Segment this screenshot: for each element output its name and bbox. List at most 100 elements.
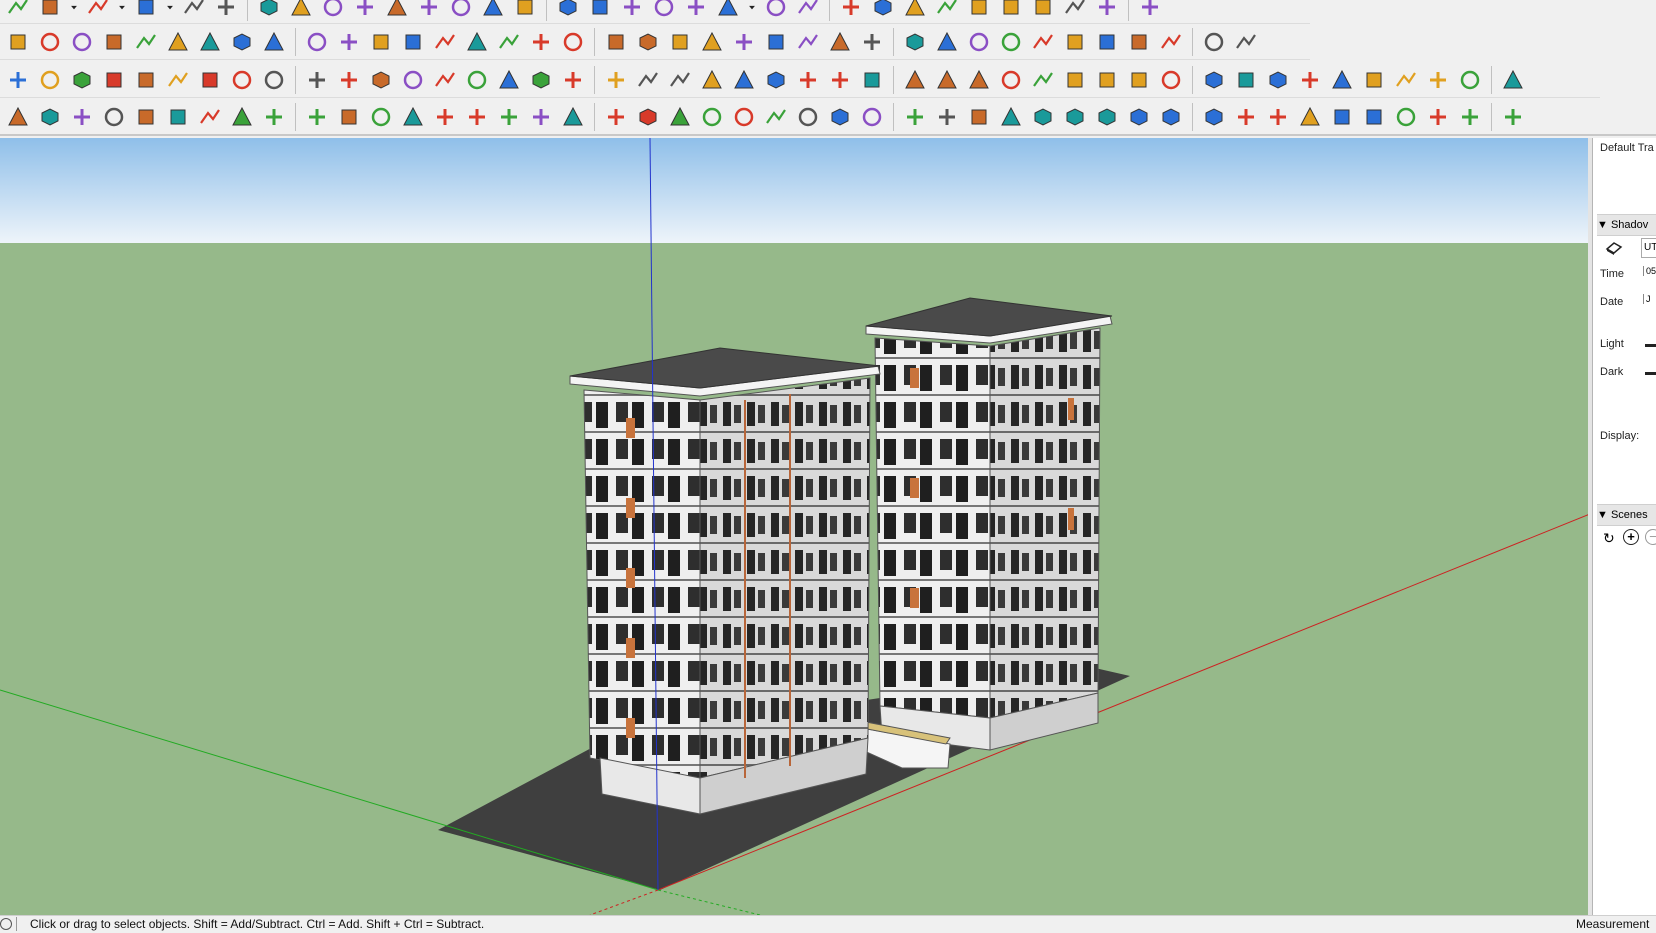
cone-green-icon[interactable] [526, 65, 556, 95]
play-icon[interactable] [1060, 0, 1090, 22]
dropdown-arrow-icon[interactable] [163, 0, 177, 22]
cross-green-icon[interactable] [462, 65, 492, 95]
house-icon[interactable] [1231, 27, 1261, 57]
zoom-icon[interactable] [510, 0, 540, 22]
trash-icon[interactable] [1391, 102, 1421, 132]
cross-blue-icon[interactable] [494, 65, 524, 95]
copy-icon[interactable] [1359, 102, 1389, 132]
date-slider-value[interactable]: J [1643, 294, 1651, 304]
cone-icon[interactable] [462, 27, 492, 57]
material-icon[interactable] [131, 0, 161, 22]
stack-yellow-icon[interactable] [900, 0, 930, 22]
mesh-brown-icon[interactable] [1263, 102, 1293, 132]
cube-icon[interactable] [932, 65, 962, 95]
ring-icon[interactable] [665, 65, 695, 95]
circle-red-icon[interactable] [601, 102, 631, 132]
table-icon[interactable] [227, 65, 257, 95]
angle-icon[interactable] [366, 27, 396, 57]
cube-icon[interactable] [900, 65, 930, 95]
scenes-panel-header[interactable]: ▼ Scenes [1597, 504, 1656, 526]
remove-scene-icon[interactable]: − [1645, 529, 1656, 545]
wave-icon[interactable] [163, 102, 193, 132]
hat-icon[interactable] [1028, 0, 1058, 22]
paint-drops-icon[interactable] [3, 102, 33, 132]
cross-red-icon[interactable] [430, 65, 460, 95]
ring-icon[interactable] [633, 65, 663, 95]
stack-red-icon[interactable] [836, 0, 866, 22]
section-icon[interactable] [585, 0, 615, 22]
node-icon[interactable] [398, 65, 428, 95]
model-info-icon[interactable] [761, 0, 791, 22]
grid-x-icon[interactable] [1092, 102, 1122, 132]
grid-icon[interactable] [1028, 27, 1058, 57]
move-icon[interactable] [254, 0, 284, 22]
cone-teal-icon[interactable] [558, 65, 588, 95]
tile-orange-icon[interactable] [1124, 65, 1154, 95]
move-axis-icon[interactable] [729, 65, 759, 95]
house-green-icon[interactable] [697, 102, 727, 132]
grid-blue-icon[interactable] [1199, 102, 1229, 132]
layers-icon[interactable] [617, 0, 647, 22]
dim-minus-icon[interactable] [996, 102, 1026, 132]
column-icon[interactable] [526, 27, 556, 57]
cone-yellow-icon[interactable] [601, 65, 631, 95]
wall-icon[interactable] [964, 27, 994, 57]
polygon-icon[interactable] [526, 102, 556, 132]
face-blue-icon[interactable] [3, 65, 33, 95]
roof-icon[interactable] [857, 27, 887, 57]
grid-x-icon[interactable] [1028, 102, 1058, 132]
flag-icon[interactable] [259, 65, 289, 95]
chamfer-icon[interactable] [334, 27, 364, 57]
grid-select-icon[interactable] [1231, 65, 1261, 95]
geo-icon[interactable] [35, 102, 65, 132]
rotate-icon[interactable] [286, 0, 316, 22]
edge-icon[interactable] [761, 27, 791, 57]
offset-icon[interactable] [163, 27, 193, 57]
arc-open-icon[interactable] [334, 102, 364, 132]
box-brown-icon[interactable] [302, 65, 332, 95]
dropdown-arrow-icon[interactable] [67, 0, 81, 22]
dim-icon[interactable] [932, 102, 962, 132]
face-green-icon[interactable] [67, 65, 97, 95]
angle-line-icon[interactable] [195, 102, 225, 132]
gem-icon[interactable] [964, 65, 994, 95]
checker-icon[interactable] [1327, 102, 1357, 132]
spiral-icon[interactable] [697, 65, 727, 95]
grid-blue-icon[interactable] [1156, 102, 1186, 132]
polyline-green-icon[interactable] [366, 102, 396, 132]
truss-icon[interactable] [1092, 27, 1122, 57]
line-tool-icon[interactable] [3, 27, 33, 57]
knife-icon[interactable] [1263, 65, 1293, 95]
sphere-icon[interactable] [227, 27, 257, 57]
grid-blue-icon[interactable] [1124, 102, 1154, 132]
box-icon[interactable] [195, 27, 225, 57]
viewport-canvas[interactable] [0, 138, 1590, 915]
tape-icon[interactable] [350, 0, 380, 22]
hatch-icon[interactable] [996, 27, 1026, 57]
tree-icon[interactable] [825, 65, 855, 95]
scatter-icon[interactable] [1156, 65, 1186, 95]
face-red-icon[interactable] [99, 65, 129, 95]
shadows-panel-header[interactable]: ▼ Shadov [1597, 214, 1656, 236]
cube-explode-icon[interactable] [857, 65, 887, 95]
arch-icon[interactable] [430, 27, 460, 57]
stair-icon[interactable] [665, 27, 695, 57]
split-view-icon[interactable] [1455, 102, 1485, 132]
light-slider[interactable] [1645, 344, 1656, 347]
curve-icon[interactable] [398, 27, 428, 57]
refresh-scenes-icon[interactable]: ↻ [1603, 530, 1615, 547]
arc-red-icon[interactable] [430, 102, 460, 132]
measure-icon[interactable] [1295, 65, 1325, 95]
follow-me-icon[interactable] [211, 0, 241, 22]
split-icon[interactable] [67, 27, 97, 57]
shadows-toggle-icon[interactable] [1605, 240, 1623, 256]
split-view-icon[interactable] [1498, 102, 1528, 132]
pipe-icon[interactable] [334, 65, 364, 95]
lattice-icon[interactable] [996, 65, 1026, 95]
rotate-orange-icon[interactable] [163, 65, 193, 95]
tile-orange-icon[interactable] [1060, 65, 1090, 95]
slope-icon[interactable] [697, 27, 727, 57]
frame-icon[interactable] [1124, 27, 1154, 57]
zigzag-icon[interactable] [99, 102, 129, 132]
styles-icon[interactable] [649, 0, 679, 22]
